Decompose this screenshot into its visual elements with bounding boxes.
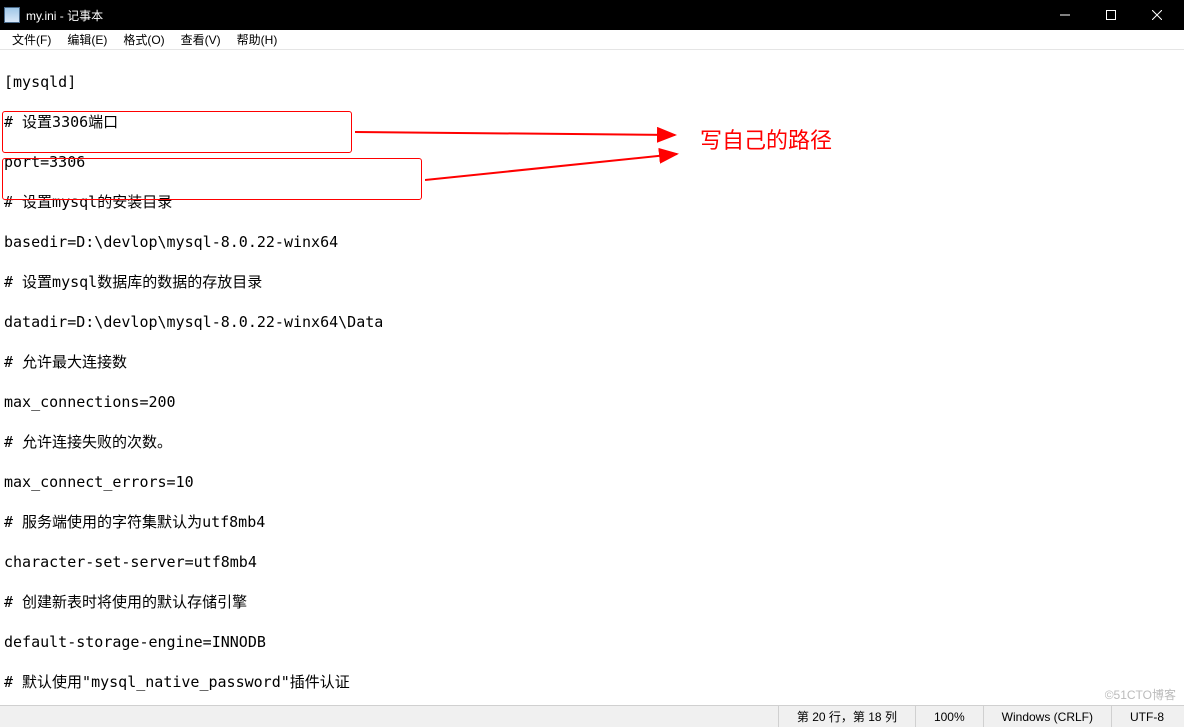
text-line: basedir=D:\devlop\mysql-8.0.22-winx64 bbox=[4, 232, 1180, 252]
menu-view[interactable]: 查看(V) bbox=[173, 29, 229, 50]
notepad-icon bbox=[4, 7, 20, 23]
menu-edit[interactable]: 编辑(E) bbox=[59, 29, 115, 50]
text-line: # 允许连接失败的次数。 bbox=[4, 432, 1180, 452]
text-line: # 默认使用"mysql_native_password"插件认证 bbox=[4, 672, 1180, 692]
menu-file[interactable]: 文件(F) bbox=[4, 29, 59, 50]
minimize-button[interactable] bbox=[1042, 0, 1088, 30]
text-line: default-storage-engine=INNODB bbox=[4, 632, 1180, 652]
text-line: max_connections=200 bbox=[4, 392, 1180, 412]
text-line: # 设置mysql的安装目录 bbox=[4, 192, 1180, 212]
text-line: datadir=D:\devlop\mysql-8.0.22-winx64\Da… bbox=[4, 312, 1180, 332]
menu-format[interactable]: 格式(O) bbox=[115, 29, 172, 50]
menubar: 文件(F) 编辑(E) 格式(O) 查看(V) 帮助(H) bbox=[0, 30, 1184, 50]
text-line: # 允许最大连接数 bbox=[4, 352, 1180, 372]
text-line: # 服务端使用的字符集默认为utf8mb4 bbox=[4, 512, 1180, 532]
status-zoom: 100% bbox=[915, 706, 983, 727]
status-position: 第 20 行，第 18 列 bbox=[778, 706, 915, 727]
window-controls bbox=[1042, 0, 1180, 30]
window-title: my.ini - 记事本 bbox=[26, 7, 1042, 24]
text-line: # 设置mysql数据库的数据的存放目录 bbox=[4, 272, 1180, 292]
maximize-button[interactable] bbox=[1088, 0, 1134, 30]
status-encoding: UTF-8 bbox=[1111, 706, 1182, 727]
watermark: ©51CTO博客 bbox=[1105, 686, 1176, 703]
menu-help[interactable]: 帮助(H) bbox=[229, 29, 286, 50]
editor-content[interactable]: [mysqld] # 设置3306端口 port=3306 # 设置mysql的… bbox=[0, 50, 1184, 705]
titlebar: my.ini - 记事本 bbox=[0, 0, 1184, 30]
text-line: character-set-server=utf8mb4 bbox=[4, 552, 1180, 572]
text-line: [mysqld] bbox=[4, 72, 1180, 92]
text-line: max_connect_errors=10 bbox=[4, 472, 1180, 492]
statusbar: 第 20 行，第 18 列 100% Windows (CRLF) UTF-8 bbox=[0, 705, 1184, 727]
text-line: port=3306 bbox=[4, 152, 1180, 172]
status-lineending: Windows (CRLF) bbox=[983, 706, 1111, 727]
close-button[interactable] bbox=[1134, 0, 1180, 30]
annotation-label: 写自己的路径 bbox=[700, 132, 832, 152]
text-line: # 设置3306端口 bbox=[4, 112, 1180, 132]
text-line: # 创建新表时将使用的默认存储引擎 bbox=[4, 592, 1180, 612]
